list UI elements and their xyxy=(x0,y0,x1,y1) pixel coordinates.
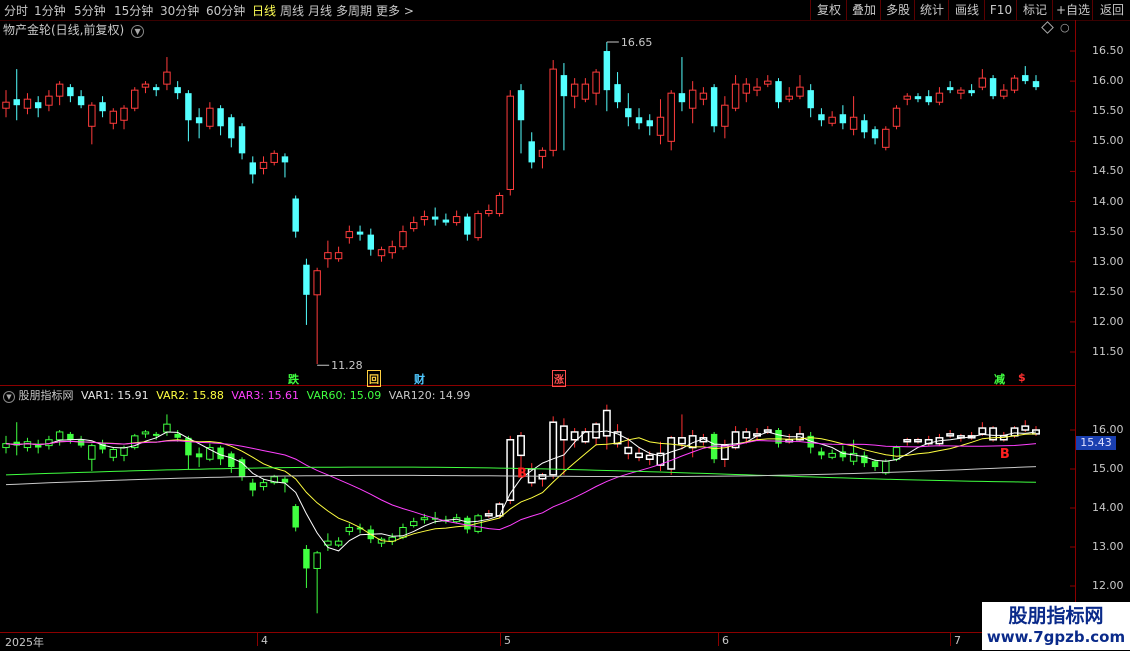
price-axis-line xyxy=(1075,20,1076,632)
sub-candle-69 xyxy=(742,431,751,439)
sub-candle-83 xyxy=(892,447,901,460)
main-ytick-label-1: 12.00 xyxy=(1092,314,1124,328)
sub-candle-24 xyxy=(259,482,268,488)
buy-marker-1: B xyxy=(1000,447,1010,462)
sub-candle-58 xyxy=(624,446,633,455)
date-tick-may xyxy=(500,632,501,646)
sub-candle-59 xyxy=(635,452,643,459)
sub-candle-53 xyxy=(570,431,579,441)
sub-candle-38 xyxy=(409,521,418,527)
date-jun: 6 xyxy=(722,634,729,647)
sub-candle-18 xyxy=(195,453,203,458)
main-ytick-label-7: 15.00 xyxy=(1092,134,1124,148)
sub-candle-88 xyxy=(946,433,955,437)
sub-ytick-label-2: 14.00 xyxy=(1092,501,1124,514)
sub-candle-60 xyxy=(645,454,654,461)
main-ytick-label-0: 11.50 xyxy=(1092,345,1124,358)
main-ytick-label-8: 15.50 xyxy=(1092,104,1124,118)
sub-candle-10 xyxy=(109,449,118,458)
sub-candle-39 xyxy=(420,517,429,521)
sub-candle-82 xyxy=(882,460,890,474)
main-ytick-label-5: 14.00 xyxy=(1092,194,1124,208)
date-axis xyxy=(0,632,1075,651)
watermark: 股朋指标网 www.7gpzb.com xyxy=(982,602,1130,650)
sub-candle-63 xyxy=(677,437,686,445)
sub-candle-55 xyxy=(592,423,601,439)
sub-candle-51 xyxy=(549,421,558,476)
main-ytick-label-3: 13.00 xyxy=(1092,254,1124,268)
main-ytick-label-10: 16.50 xyxy=(1092,44,1124,58)
date-tick-jun xyxy=(718,632,719,646)
date-may: 5 xyxy=(504,634,511,647)
sub-candle-47 xyxy=(506,439,515,501)
event-cai[interactable]: 财 xyxy=(414,371,425,387)
watermark-title: 股朋指标网 xyxy=(1008,605,1104,627)
sub-candle-50 xyxy=(538,474,547,480)
sub-candle-2 xyxy=(23,441,32,449)
buy-marker-0: B xyxy=(517,466,527,481)
sub-candle-85 xyxy=(914,439,922,443)
event-jian[interactable]: 减 xyxy=(994,371,1005,387)
sub-candle-91 xyxy=(978,427,987,435)
event-hui[interactable]: 回 xyxy=(367,370,381,387)
main-ytick-label-4: 13.50 xyxy=(1092,224,1124,238)
sub-candle-26 xyxy=(281,478,289,483)
date-2025: 2025年 xyxy=(5,636,44,649)
sub-candle-31 xyxy=(334,540,343,546)
sub-candle-43 xyxy=(464,517,471,530)
sub-ytick-label-1: 13.00 xyxy=(1092,540,1124,553)
sub-candle-52 xyxy=(559,425,568,441)
sub-candle-95 xyxy=(1021,425,1030,431)
sub-candle-77 xyxy=(828,452,836,458)
watermark-url: www.7gpzb.com xyxy=(986,628,1126,646)
indicator-chart: BB xyxy=(2,404,1075,614)
sub-candle-16 xyxy=(174,433,181,438)
sub-candle-14 xyxy=(152,433,160,436)
sub-candle-11 xyxy=(120,447,128,456)
sub-candle-94 xyxy=(1010,427,1019,437)
sub-candle-62 xyxy=(667,437,676,470)
date-tick-apr xyxy=(257,632,258,646)
sub-candle-28 xyxy=(303,548,310,569)
tool-back[interactable]: 返回 xyxy=(1092,0,1130,20)
main-ytick-label-2: 12.50 xyxy=(1092,284,1124,298)
sub-candle-15 xyxy=(163,423,171,433)
sub-candle-27 xyxy=(292,506,299,528)
sub-ytick-label-4: 16.00 xyxy=(1092,423,1124,436)
date-apr: 4 xyxy=(261,634,268,647)
event-zhang[interactable]: 涨 xyxy=(552,370,566,387)
sub-candle-29 xyxy=(313,552,321,569)
sub-candle-13 xyxy=(141,431,150,435)
event-dollar[interactable]: $ xyxy=(1018,371,1026,384)
sub-candle-76 xyxy=(818,451,825,456)
sub-candle-7 xyxy=(77,439,85,446)
sub-candle-48 xyxy=(517,435,525,457)
date-tick-jul xyxy=(950,632,951,646)
sub-candle-84 xyxy=(903,439,912,443)
sub-candle-32 xyxy=(345,527,354,532)
sub-candle-23 xyxy=(249,482,256,491)
sub-ytick-label-3: 15.00 xyxy=(1092,462,1124,475)
sub-candle-6 xyxy=(67,433,74,440)
sub-ytick-label-0: 12.00 xyxy=(1092,579,1124,592)
main-ytick-label-9: 16.00 xyxy=(1092,74,1124,88)
sub-candle-8 xyxy=(88,445,96,460)
current-value-badge: 15.43 xyxy=(1076,436,1116,450)
sub-candle-21 xyxy=(228,453,235,468)
event-die[interactable]: 跌 xyxy=(288,371,299,387)
sub-candle-81 xyxy=(871,461,879,468)
main-ytick-label-6: 14.50 xyxy=(1092,164,1124,178)
sub-candle-5 xyxy=(55,431,64,441)
sub-candle-45 xyxy=(484,513,493,517)
date-jul: 7 xyxy=(954,634,961,647)
